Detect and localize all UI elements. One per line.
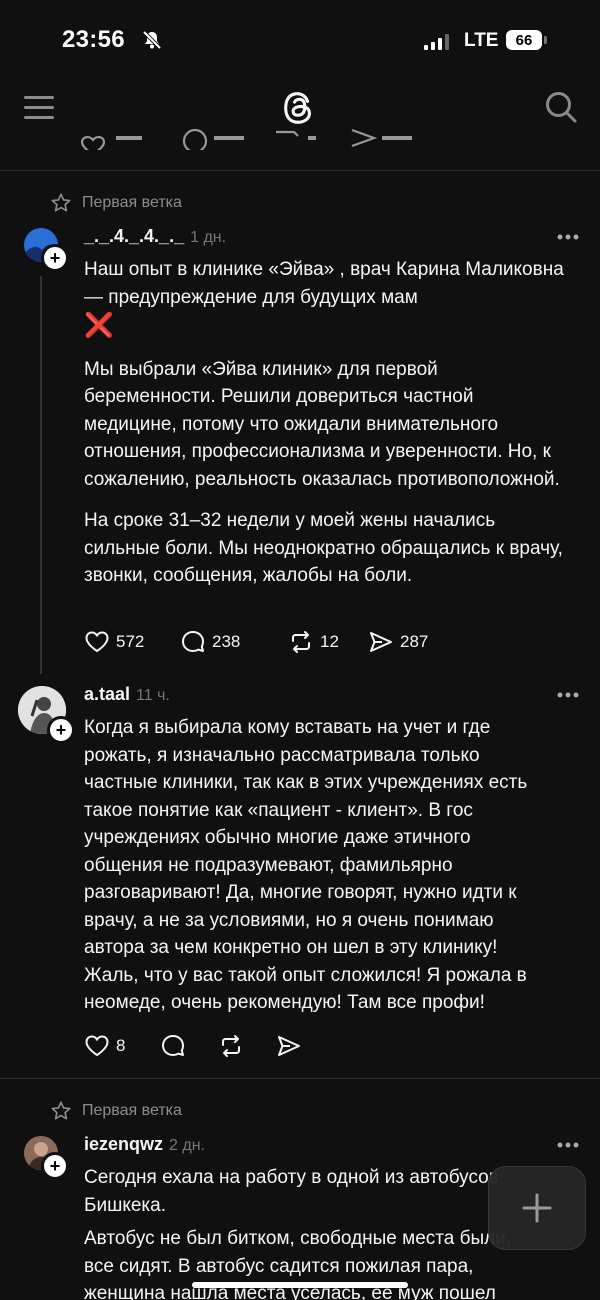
reply-button[interactable] [160, 1033, 218, 1059]
follow-plus-button[interactable]: + [47, 716, 75, 744]
previous-post-actions [80, 126, 440, 150]
share-icon [278, 1036, 300, 1056]
star-icon [51, 1101, 71, 1120]
post-header: iezenqwz 2 дн. [84, 1134, 205, 1155]
comment-icon [162, 1035, 184, 1056]
post-time: 2 дн. [169, 1137, 205, 1154]
more-options-icon[interactable] [557, 692, 579, 698]
post-time: 1 дн. [190, 229, 227, 246]
like-count: 572 [116, 632, 145, 651]
thread-label: Первая ветка [50, 192, 182, 214]
thread-label: Первая ветка [50, 1100, 182, 1122]
repost-count: 12 [320, 632, 339, 651]
star-icon [51, 193, 71, 212]
follow-plus-button[interactable]: + [41, 1152, 69, 1180]
post-paragraph: На сроке 31–32 недели у моей жены начали… [84, 510, 563, 586]
thread-line [40, 276, 42, 674]
like-count: 8 [116, 1036, 126, 1055]
repost-icon [292, 631, 310, 653]
thread-label-text: Первая ветка [82, 194, 182, 211]
post-body: Наш опыт в клинике «Эйва» , врач Карина … [84, 256, 584, 590]
battery-nub [544, 36, 547, 44]
menu-icon[interactable] [24, 96, 54, 119]
repost-button[interactable] [218, 1033, 276, 1059]
heart-icon [85, 1035, 109, 1057]
comment-icon [182, 631, 204, 652]
post-title: Наш опыт в клинике «Эйва» , врач Карина … [84, 256, 584, 342]
share-icon [370, 632, 392, 652]
share-button[interactable]: 287 [368, 629, 428, 655]
post-text: Когда я выбирала кому вставать на учет и… [84, 717, 528, 1013]
thread-label-text: Первая ветка [82, 1102, 182, 1119]
post-divider [0, 1078, 600, 1079]
share-count: 287 [400, 632, 429, 651]
new-post-button[interactable] [488, 1166, 586, 1250]
username[interactable]: _._.4._.4._._ [84, 226, 184, 247]
network-label: LTE [464, 30, 499, 51]
home-indicator [192, 1282, 408, 1288]
post-line: все сидят. В автобус садится пожилая пар… [84, 1255, 474, 1277]
reply-button[interactable]: 238 [180, 629, 288, 655]
post-header: _._.4._.4._._ 1 дн. [84, 226, 226, 247]
reply-count: 238 [212, 632, 241, 651]
heart-icon [85, 631, 109, 653]
like-button[interactable]: 572 [84, 629, 180, 655]
status-time: 23:56 [62, 26, 125, 53]
repost-button[interactable]: 12 [288, 629, 368, 655]
battery-icon: 66 [506, 30, 542, 50]
plus-icon [522, 1193, 552, 1223]
post-title-text: Наш опыт в клинике «Эйва» , врач Карина … [84, 259, 564, 308]
username[interactable]: iezenqwz [84, 1134, 163, 1155]
like-button[interactable]: 8 [84, 1033, 160, 1059]
post-actions: 8 [84, 1033, 302, 1059]
post-divider [0, 170, 600, 171]
follow-plus-button[interactable]: + [41, 244, 69, 272]
post-header: a.taal 11 ч. [84, 684, 170, 705]
bell-muted-icon [142, 30, 162, 50]
share-button[interactable] [276, 1033, 302, 1059]
threads-logo[interactable] [280, 88, 318, 128]
post-time: 11 ч. [136, 687, 170, 704]
cross-mark-emoji: ❌ [84, 312, 114, 339]
post-actions: 572 238 12 287 [84, 629, 428, 655]
post-paragraph: Мы выбрали «Эйва клиник» для первой бере… [84, 358, 560, 490]
search-icon[interactable] [544, 90, 578, 124]
more-options-icon[interactable] [557, 1142, 579, 1148]
username[interactable]: a.taal [84, 684, 130, 705]
signal-icon [424, 34, 449, 50]
repost-icon [222, 1035, 240, 1057]
more-options-icon[interactable] [557, 234, 579, 240]
